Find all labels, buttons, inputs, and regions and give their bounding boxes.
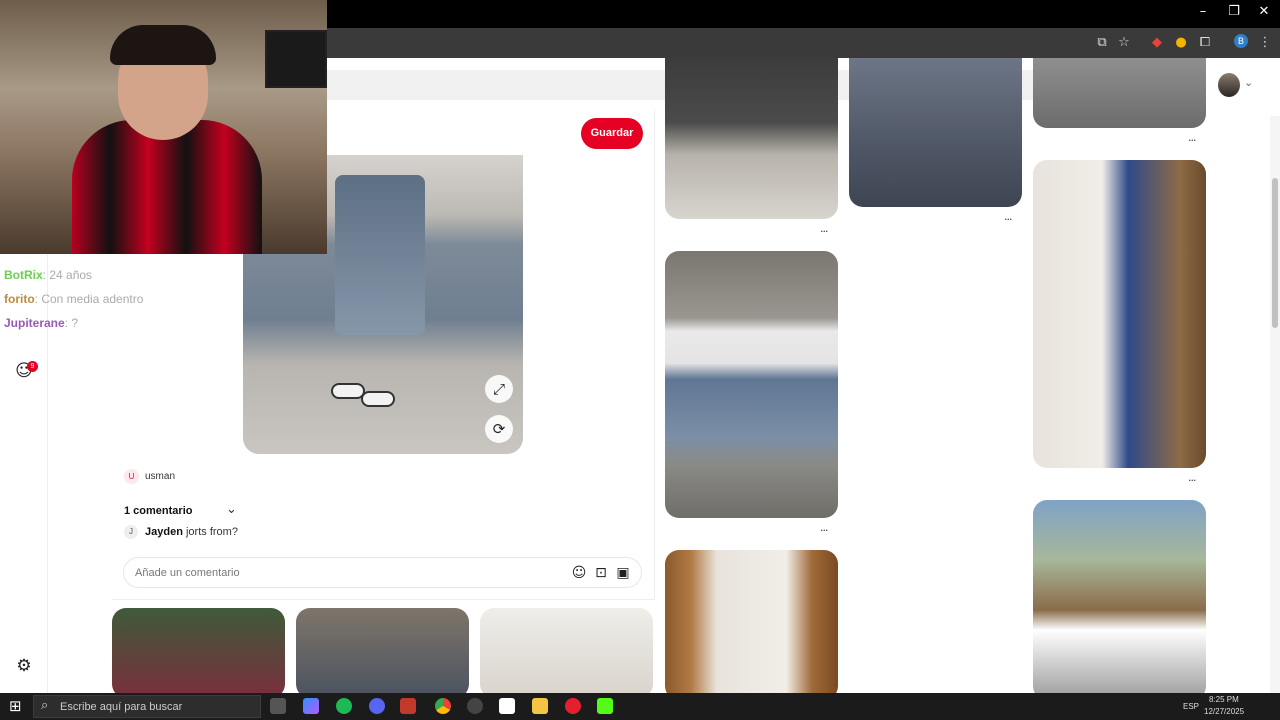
stream-chat-overlay: BotRix: 24 años forito: Con media adentr… (0, 250, 260, 340)
app-icon[interactable] (400, 698, 416, 714)
commenter-name[interactable]: Jayden (145, 526, 183, 538)
comment-body: jorts from? (185, 526, 238, 538)
clock-time[interactable]: 8:25 PM (1209, 695, 1239, 704)
scrollbar-thumb[interactable] (1272, 178, 1278, 328)
close-window-button[interactable]: ✕ (1249, 4, 1279, 19)
feed-pin-blue-shirt[interactable] (1033, 160, 1206, 468)
feed-pin-top[interactable] (1033, 58, 1206, 128)
extension-red-icon[interactable]: ◆ (1148, 34, 1166, 52)
sneaker-right (361, 391, 395, 407)
file-explorer-icon[interactable] (532, 698, 548, 714)
page-scrollbar[interactable] (1270, 116, 1280, 693)
opera-icon[interactable] (565, 698, 581, 714)
related-pin-2[interactable] (296, 608, 469, 693)
comment-item: Jayden jorts from? (145, 526, 238, 538)
chat-message: forito: Con media adentro (4, 292, 144, 306)
commenter-avatar: J (124, 525, 138, 539)
comments-chevron-down-icon[interactable]: ⌄ (226, 502, 237, 517)
chrome-icon[interactable] (435, 698, 451, 714)
user-avatar[interactable] (1218, 73, 1240, 97)
comment-placeholder: Añade un comentario (135, 567, 240, 579)
taskbar-search-placeholder: Escribe aquí para buscar (60, 701, 183, 713)
task-view-icon[interactable] (270, 698, 286, 714)
save-button[interactable]: Guardar (581, 118, 643, 149)
taskbar-search-box[interactable]: ⌕ Escribe aquí para buscar (33, 695, 261, 718)
chat-message: Jupiterane: ? (4, 316, 79, 330)
copilot-icon[interactable] (303, 698, 319, 714)
minimize-button[interactable]: – (1188, 4, 1218, 19)
sticker-icon[interactable]: ⊡ (592, 564, 610, 582)
sneaker-left (331, 383, 365, 399)
visual-search-icon[interactable]: ⟳ (485, 415, 513, 443)
extension-color-icon[interactable]: ● (1172, 34, 1190, 52)
wall-monitor (265, 30, 327, 88)
account-chevron-down-icon[interactable]: ⌄ (1244, 76, 1253, 89)
language-indicator[interactable]: ESP (1183, 702, 1199, 711)
related-pin-3[interactable] (480, 608, 653, 693)
expand-icon[interactable]: ⤢ (485, 375, 513, 403)
app-icon[interactable] (499, 698, 515, 714)
spotify-icon[interactable] (336, 698, 352, 714)
more-options-icon[interactable]: ··· (820, 524, 828, 537)
cast-icon[interactable]: ⧉ (1093, 34, 1111, 52)
feed-pin-shorts-sneakers[interactable] (665, 58, 838, 219)
streamer-webcam-overlay (0, 0, 327, 254)
streamer-jersey (72, 120, 262, 254)
feed-pin-city-street[interactable] (1033, 500, 1206, 693)
browser-profile-avatar[interactable]: B (1234, 34, 1248, 48)
discord-icon[interactable] (369, 698, 385, 714)
streamer-hair (110, 25, 216, 65)
restore-button[interactable]: ❐ (1219, 4, 1249, 19)
author-name[interactable]: usman (145, 471, 175, 482)
settings-icon[interactable]: ⚙ (14, 656, 34, 676)
image-upload-icon[interactable]: ▣ (614, 564, 632, 582)
chat-message: BotRix: 24 años (4, 268, 93, 282)
more-options-icon[interactable]: ··· (820, 225, 828, 238)
jorts-photo-subject (335, 175, 425, 335)
more-options-icon[interactable]: ··· (1188, 134, 1196, 147)
related-pin-1[interactable] (112, 608, 285, 693)
windows-start-icon[interactable]: ⊞ (9, 697, 22, 715)
bookmark-star-icon[interactable]: ☆ (1115, 34, 1133, 52)
more-options-icon[interactable]: ··· (1188, 474, 1196, 487)
search-icon: ⌕ (41, 698, 49, 713)
extensions-icon[interactable]: ⧠ (1196, 34, 1214, 52)
windows-taskbar: ⊞ ⌕ Escribe aquí para buscar ESP 8:25 PM… (0, 693, 1280, 720)
feed-pin-street-jorts[interactable] (665, 251, 838, 518)
emoji-icon[interactable]: ☺ (570, 564, 588, 582)
feed-pin-street-walk[interactable] (849, 58, 1022, 207)
comment-input[interactable]: Añade un comentario ☺ ⊡ ▣ (123, 557, 642, 588)
obs-icon[interactable] (467, 698, 483, 714)
comments-header[interactable]: 1 comentario (124, 505, 192, 517)
author-avatar: U (124, 469, 139, 484)
clock-date[interactable]: 12/27/2025 (1204, 707, 1244, 716)
messages-badge: 9 (27, 361, 38, 372)
kick-icon[interactable] (597, 698, 613, 714)
feed-pin-mirror-selfie[interactable] (665, 550, 838, 693)
browser-menu-icon[interactable]: ⋮ (1256, 34, 1274, 52)
more-options-icon[interactable]: ··· (1004, 213, 1012, 226)
